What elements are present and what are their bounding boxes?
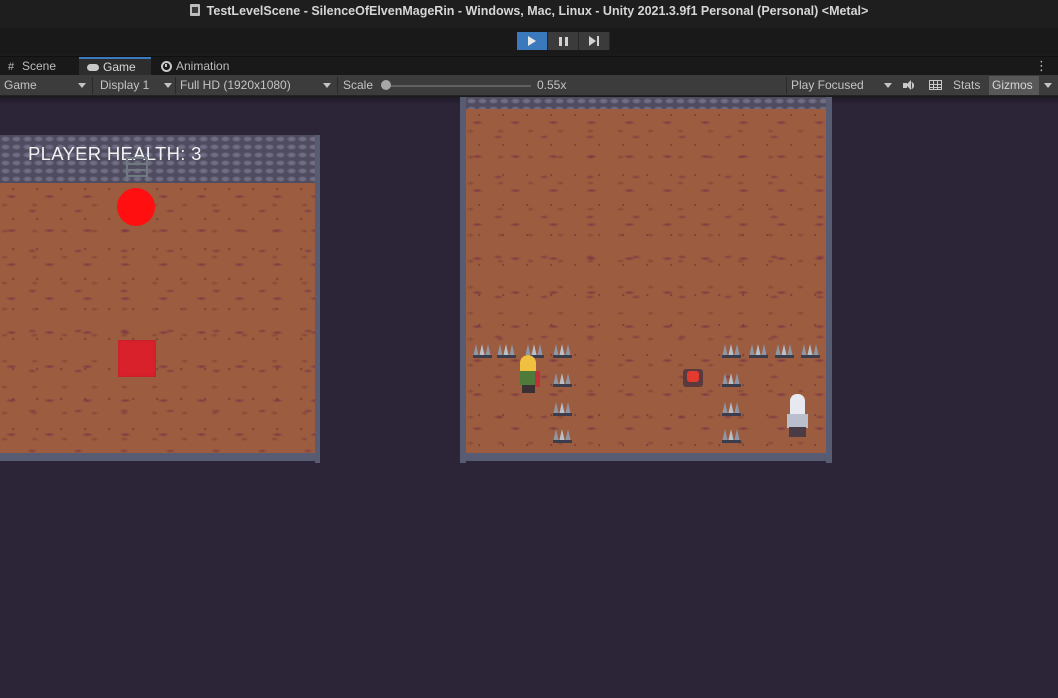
pause-icon [558, 36, 568, 46]
stats-button[interactable]: Stats [953, 75, 980, 96]
gizmos-label: Gizmos [992, 78, 1033, 92]
left-room [0, 135, 320, 463]
play-icon [528, 36, 536, 46]
gamepad-icon [87, 64, 99, 72]
scale-value: 0.55x [537, 78, 567, 92]
pressure-button [683, 369, 703, 387]
hash-icon: # [8, 60, 15, 73]
player-sprite [516, 355, 542, 395]
spike-trap [553, 341, 572, 358]
scale-slider-track[interactable] [385, 85, 531, 87]
resolution-dropdown-label: Full HD (1920x1080) [180, 78, 291, 92]
ladder [126, 157, 148, 181]
window-title-text: TestLevelScene - SilenceOfElvenMageRin -… [206, 4, 869, 18]
editor-tab-strip: # Scene Game Animation ⋮ [0, 56, 1058, 76]
gizmos-button[interactable]: Gizmos [989, 76, 1039, 95]
dirt-floor [0, 183, 315, 453]
chevron-down-icon [884, 83, 892, 88]
kebab-menu-icon[interactable]: ⋮ [1035, 59, 1048, 73]
tab-game[interactable]: Game [79, 57, 151, 76]
scale-slider-handle[interactable] [381, 80, 391, 90]
spike-trap [722, 341, 741, 358]
spike-trap [497, 341, 516, 358]
resolution-dropdown[interactable]: Full HD (1920x1080) [176, 75, 337, 96]
spike-trap [775, 341, 794, 358]
spike-trap [722, 426, 741, 443]
display-dropdown[interactable]: Display 1 [93, 75, 175, 96]
gizmos-chevron-down-icon[interactable] [1044, 83, 1052, 88]
player-health-label: PLAYER HEALTH: 3 [28, 143, 202, 164]
tab-game-label: Game [103, 60, 136, 74]
spike-trap [553, 399, 572, 416]
play-mode-dropdown-label: Play Focused [791, 78, 864, 92]
unity-scene-icon [189, 4, 200, 16]
tab-animation-label: Animation [176, 59, 230, 73]
red-square [118, 340, 156, 377]
display-dropdown-label: Display 1 [100, 78, 150, 92]
tab-animation[interactable]: Animation [153, 57, 243, 76]
chevron-down-icon [323, 83, 331, 88]
play-controls [517, 32, 610, 50]
scale-label: Scale [343, 78, 374, 92]
window-title-bar: TestLevelScene - SilenceOfElvenMageRin -… [0, 0, 1058, 28]
spike-trap [749, 341, 768, 358]
view-dropdown-label: Game [4, 78, 37, 92]
game-viewport[interactable]: PLAYER HEALTH: 3 [0, 97, 1058, 698]
spike-trap [801, 341, 820, 358]
spike-trap [473, 341, 492, 358]
play-mode-dropdown[interactable]: Play Focused [787, 75, 898, 96]
game-view-toolbar: Game Display 1 Full HD (1920x1080) Scale… [0, 75, 1058, 96]
play-button[interactable] [517, 32, 548, 50]
ghost-enemy-sprite [785, 394, 811, 440]
right-room [460, 97, 832, 463]
red-orb [117, 188, 155, 226]
play-controls-bar [0, 28, 1058, 54]
spike-trap [553, 370, 572, 387]
speaker-icon[interactable] [903, 80, 915, 91]
step-button[interactable] [579, 32, 610, 50]
window-title: TestLevelScene - SilenceOfElvenMageRin -… [0, 4, 1058, 18]
pause-button[interactable] [548, 32, 579, 50]
tab-scene[interactable]: # Scene [0, 57, 76, 76]
chevron-down-icon [78, 83, 86, 88]
dirt-floor [466, 109, 826, 453]
grid-icon[interactable] [929, 80, 942, 90]
view-dropdown[interactable]: Game [0, 75, 92, 96]
spike-trap [722, 399, 741, 416]
clock-icon [161, 61, 172, 73]
spike-trap [722, 370, 741, 387]
chevron-down-icon [164, 83, 172, 88]
tab-scene-label: Scene [22, 59, 57, 73]
step-icon [589, 36, 599, 46]
spike-trap [553, 426, 572, 443]
